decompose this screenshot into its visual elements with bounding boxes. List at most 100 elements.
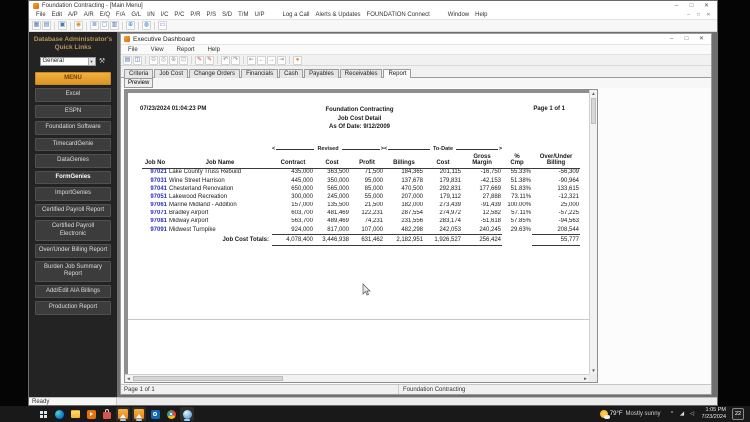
zoom-in-icon[interactable]: ⊕ <box>169 55 178 65</box>
zoom-fit-icon[interactable]: ⊡ <box>179 55 188 65</box>
prev-page-icon[interactable]: ← <box>257 55 266 65</box>
store-taskbar-icon[interactable] <box>100 407 114 421</box>
dashboard-menu-help[interactable]: Help <box>205 47 223 53</box>
minimize-icon[interactable]: – <box>670 2 683 11</box>
sidebar-item-certified-payroll-electronic[interactable]: Certified Payroll Electronic <box>35 220 111 242</box>
media-player-taskbar-icon[interactable] <box>84 407 98 421</box>
chrome-taskbar-icon[interactable] <box>164 407 178 421</box>
sidebar-item-add-edit-aia-billings[interactable]: Add/Edit AIA Billings <box>35 284 111 299</box>
sidebar-item-excel[interactable]: Excel <box>35 88 111 102</box>
add-icon[interactable]: ⊕ <box>126 21 135 30</box>
sidebar-item-timecardgenie[interactable]: TimecardGenie <box>35 137 111 152</box>
menu-alerts-updates[interactable]: Alerts & Updates <box>313 12 364 18</box>
close-icon[interactable]: ✕ <box>700 2 713 11</box>
print-icon[interactable]: ▤ <box>42 21 51 30</box>
zoom-normal-icon[interactable]: ◎ <box>159 55 168 65</box>
volume-icon[interactable]: ◁ <box>689 411 696 417</box>
outlook-taskbar-icon[interactable] <box>148 407 162 421</box>
dashboard-sphere-taskbar-icon[interactable] <box>180 407 194 421</box>
tab-job-cost[interactable]: Job Cost <box>154 69 189 78</box>
vertical-scroll-thumb[interactable] <box>591 98 596 124</box>
export-icon[interactable]: ◫ <box>133 55 142 65</box>
maximize-icon[interactable]: □ <box>694 11 703 19</box>
copy-doc-icon[interactable]: ▥ <box>110 21 119 30</box>
locate-icon[interactable]: ◉ <box>74 21 83 30</box>
menu-window[interactable]: Window <box>445 12 472 18</box>
tab-report[interactable]: Report <box>383 69 412 78</box>
menu-help[interactable]: Help <box>472 12 490 18</box>
menu-i-n[interactable]: I/N <box>144 12 158 18</box>
menu-f-a[interactable]: F/A <box>113 12 128 18</box>
scroll-left-icon[interactable]: ◄ <box>125 375 132 382</box>
horizontal-scrollbar[interactable]: ◄ ► <box>125 374 589 382</box>
tools-icon[interactable]: ⚒ <box>98 57 107 66</box>
maximize-icon[interactable]: □ <box>685 2 698 11</box>
tab-payables[interactable]: Payables <box>304 69 339 78</box>
vertical-scrollbar[interactable]: ▲ ▼ <box>589 90 597 374</box>
menu-p-r[interactable]: P/R <box>187 12 203 18</box>
start-taskbar-icon[interactable] <box>36 407 50 421</box>
sidebar-item-menu[interactable]: MENU <box>35 71 111 86</box>
explorer-taskbar-icon[interactable] <box>68 407 82 421</box>
last-page-icon[interactable]: ⇥ <box>277 55 286 65</box>
menu-p-s[interactable]: P/S <box>203 12 219 18</box>
tab-change-orders[interactable]: Change Orders <box>189 69 241 78</box>
tab-cash[interactable]: Cash <box>279 69 304 78</box>
menu-e-q[interactable]: E/Q <box>97 12 113 18</box>
tab-financials[interactable]: Financials <box>241 69 279 78</box>
marker-icon[interactable]: ✎ <box>195 55 204 65</box>
menu-u-p[interactable]: U/P <box>251 12 267 18</box>
menu-log-a-call[interactable]: Log a Call <box>279 12 312 18</box>
stop-icon[interactable]: ● <box>293 55 302 65</box>
menu-a-p[interactable]: A/P <box>65 12 81 18</box>
dashboard-menu-report[interactable]: Report <box>174 47 198 53</box>
scroll-right-icon[interactable]: ► <box>582 375 589 382</box>
zoom-out-icon[interactable]: ⊖ <box>149 55 158 65</box>
undo-icon[interactable]: ↶ <box>221 55 230 65</box>
maximize-icon[interactable]: □ <box>680 35 693 44</box>
foundation-taskbar-icon[interactable] <box>116 407 130 421</box>
menu-p-c[interactable]: P/C <box>171 12 187 18</box>
tab-criteria[interactable]: Criteria <box>124 69 154 78</box>
sidebar-item-importgenies[interactable]: ImportGenies <box>35 187 111 201</box>
sidebar-item-espn[interactable]: ESPN <box>35 104 111 119</box>
tile-windows-icon[interactable]: ▦ <box>32 21 41 30</box>
tab-receivables[interactable]: Receivables <box>339 69 383 78</box>
menu-i-c[interactable]: I/C <box>158 12 172 18</box>
weather-widget[interactable]: 79°F Mostly sunny <box>599 410 661 419</box>
sidebar-item-foundation-software[interactable]: Foundation Software <box>35 121 111 135</box>
dashboard-menu-view[interactable]: View <box>148 47 167 53</box>
list-icon[interactable]: ≣ <box>90 21 99 30</box>
close-icon[interactable]: ✕ <box>695 35 708 44</box>
sidebar-item-formgenies[interactable]: FormGenies <box>35 170 111 185</box>
menu-file[interactable]: File <box>33 12 49 18</box>
sidebar-item-over-under-billing-report[interactable]: Over/Under Billing Report <box>35 244 111 258</box>
chevron-up-icon[interactable]: ^ <box>669 411 676 417</box>
chevron-down-icon[interactable]: ▾ <box>87 57 95 65</box>
info-icon[interactable]: ◍ <box>142 21 151 30</box>
sidebar-item-burden-job-summary-report[interactable]: Burden Job Summary Report <box>35 260 111 282</box>
dashboard-menu-file[interactable]: File <box>125 47 141 53</box>
menu-g-l[interactable]: G/L <box>128 12 144 18</box>
workspace-icon[interactable]: ▣ <box>58 21 67 30</box>
redo-icon[interactable]: ↷ <box>231 55 240 65</box>
edge-taskbar-icon[interactable] <box>52 407 66 421</box>
foundation-2-taskbar-icon[interactable] <box>132 407 146 421</box>
sidebar-item-production-report[interactable]: Production Report <box>35 301 111 315</box>
network-icon[interactable]: ◢ <box>679 411 686 417</box>
category-select[interactable]: General ▾ <box>39 56 96 66</box>
next-page-icon[interactable]: → <box>267 55 276 65</box>
print-icon[interactable]: ▤ <box>123 55 132 65</box>
sidebar-item-certified-payroll-report[interactable]: Certified Payroll Report <box>35 203 111 218</box>
menu-t-m[interactable]: T/M <box>235 12 251 18</box>
horizontal-scroll-thumb[interactable] <box>133 376 283 381</box>
menu-a-r[interactable]: A/R <box>81 12 97 18</box>
clock[interactable]: 1:05 PM 7/23/2024 <box>702 407 726 420</box>
marker-2-icon[interactable]: ✎ <box>205 55 214 65</box>
menu-edit[interactable]: Edit <box>49 12 65 18</box>
menu-s-d[interactable]: S/D <box>219 12 235 18</box>
sidebar-item-datagenies[interactable]: DataGenies <box>35 154 111 168</box>
first-page-icon[interactable]: ⇤ <box>247 55 256 65</box>
monitor-icon[interactable]: ▭ <box>158 21 167 30</box>
minimize-icon[interactable]: – <box>684 11 693 19</box>
